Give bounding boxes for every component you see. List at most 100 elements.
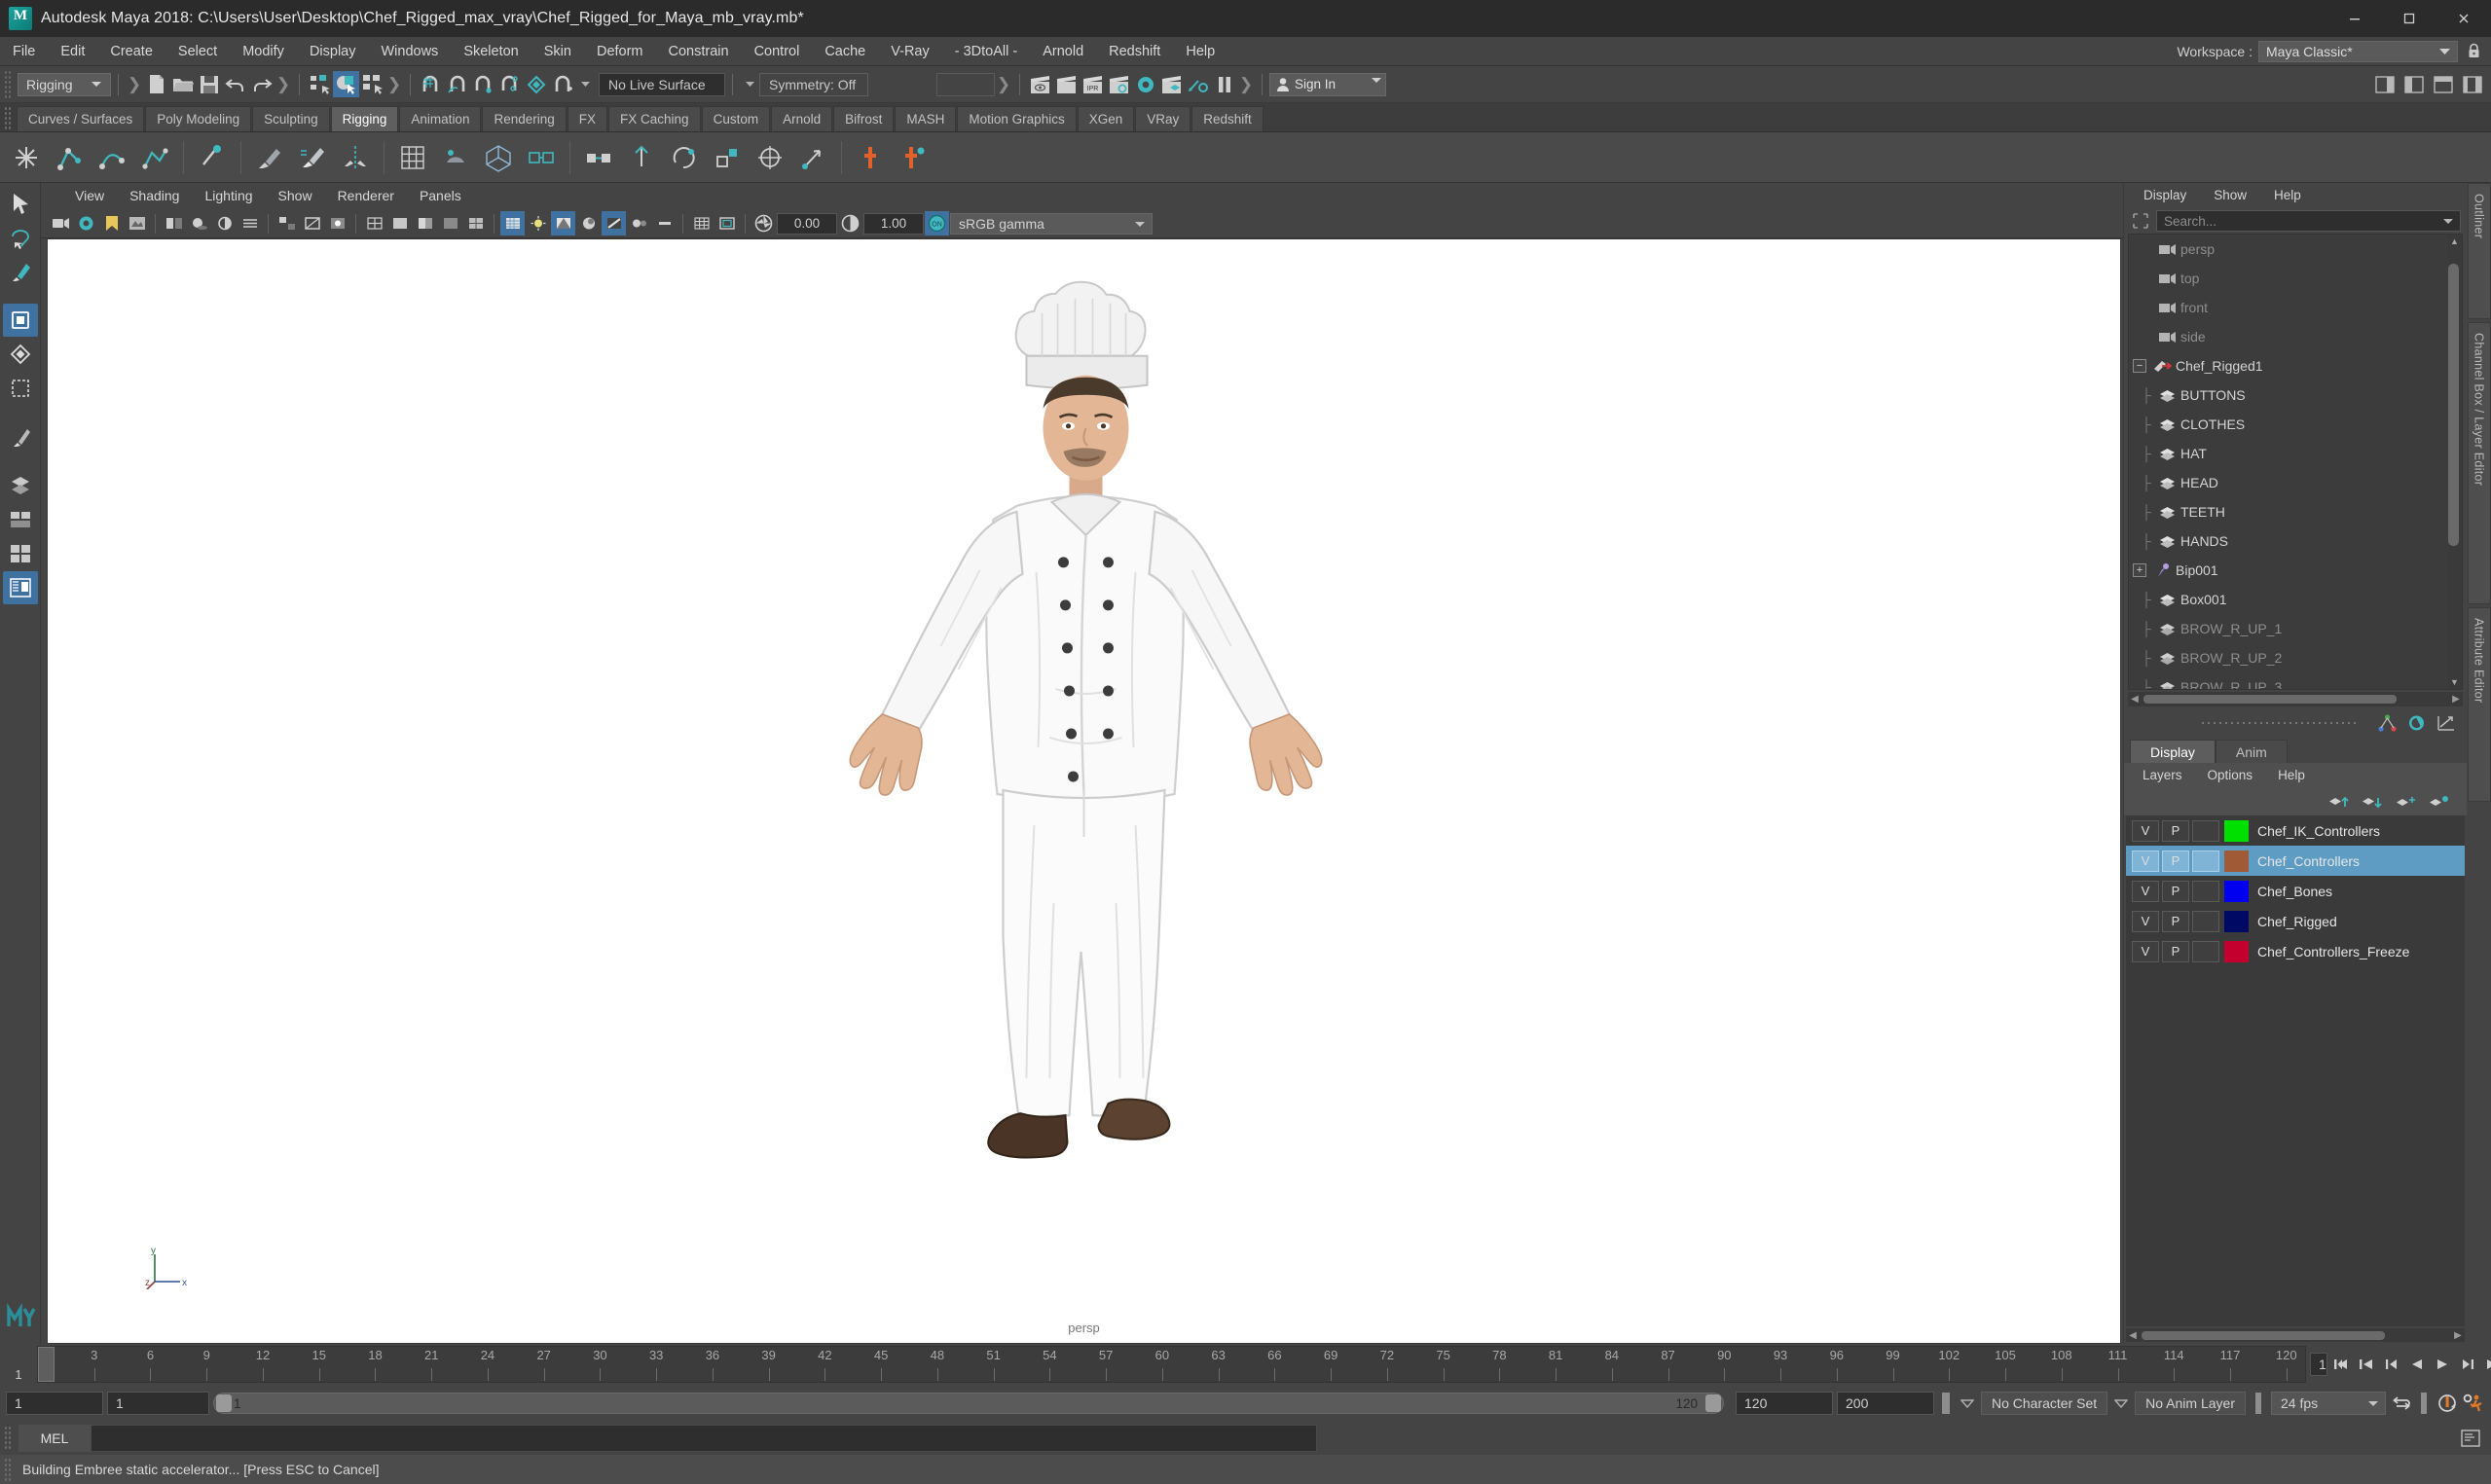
outliner-tree[interactable]: persp top front side − Chef_Rigged1 ├ BU… [2128, 234, 2463, 690]
wireframe-shading-icon[interactable] [362, 211, 386, 235]
outliner-item-brow-r-up-2[interactable]: ├ BROW_R_UP_2 [2129, 643, 2462, 672]
layer-menu-layers[interactable]: Layers [2130, 763, 2195, 788]
outliner-item-teeth[interactable]: ├ TEETH [2129, 497, 2462, 526]
menu-display[interactable]: Display [297, 37, 369, 66]
auto-keyframe-toggle-icon[interactable] [2436, 1392, 2458, 1415]
play-backwards-icon[interactable] [2406, 1353, 2429, 1376]
shelf-smooth-skin-icon[interactable] [292, 137, 333, 178]
layer-menu-help[interactable]: Help [2265, 763, 2318, 788]
last-tool-icon[interactable] [3, 420, 38, 453]
antialiasing-icon[interactable] [602, 211, 626, 235]
move-tool-icon[interactable] [2, 304, 38, 337]
layout-four-panes-icon[interactable] [3, 537, 38, 570]
menu-skin[interactable]: Skin [531, 37, 584, 66]
layer-name[interactable]: Chef_Controllers [2257, 853, 2360, 869]
step-back-frame-icon[interactable] [2381, 1353, 2403, 1376]
shelf-tab-redshift[interactable]: Redshift [1191, 106, 1264, 131]
viewport-menu-renderer[interactable]: Renderer [325, 183, 407, 209]
menu-deform[interactable]: Deform [584, 37, 656, 66]
workspace-dropdown[interactable]: Maya Classic* [2258, 40, 2458, 62]
layout-outliner-persp-icon[interactable] [2, 571, 38, 604]
toolbar-collapse-handle-3[interactable]: ❯ [387, 72, 401, 97]
layout-two-panes-icon[interactable] [3, 503, 38, 536]
viewport-menu-view[interactable]: View [62, 183, 117, 209]
layer-name[interactable]: Chef_Bones [2257, 884, 2332, 899]
layer-name[interactable]: Chef_IK_Controllers [2257, 823, 2380, 839]
screen-space-ao-icon[interactable] [576, 211, 601, 235]
image-plane-icon[interactable] [125, 211, 149, 235]
animation-start-field[interactable]: 1 [107, 1392, 209, 1415]
layer-playback-toggle[interactable]: P [2162, 940, 2189, 962]
dock-tab-attribute-editor[interactable]: Attribute Editor [2467, 607, 2491, 802]
shelf-quick-rig-icon[interactable] [850, 137, 891, 178]
color-space-dropdown[interactable]: sRGB gamma [950, 212, 1153, 235]
layer-row-chef-controllers-freeze[interactable]: V P Chef_Controllers_Freeze [2126, 936, 2465, 966]
shelf-parent-constraint-icon[interactable] [578, 137, 619, 178]
show-manipulators-icon[interactable] [2375, 712, 2399, 734]
sidebar-toggle-icon[interactable] [2459, 71, 2485, 97]
attribute-editor-toggle-icon[interactable] [2400, 71, 2427, 97]
shelf-mirror-skin-icon[interactable] [335, 137, 376, 178]
snap-grid-icon[interactable] [418, 71, 444, 97]
bookmark-icon[interactable] [99, 211, 124, 235]
layer-color-swatch[interactable] [2224, 880, 2249, 902]
time-slider-current-frame-cursor[interactable] [38, 1347, 55, 1382]
shelf-ik-spring-icon[interactable] [134, 137, 175, 178]
menu-constrain[interactable]: Constrain [656, 37, 742, 66]
wireframe-on-shaded-icon[interactable] [463, 211, 488, 235]
select-object-icon[interactable] [333, 71, 359, 97]
select-tool-icon[interactable] [3, 187, 38, 220]
menu-help[interactable]: Help [1173, 37, 1227, 66]
outliner-item-front[interactable]: front [2129, 293, 2462, 322]
script-language-button[interactable]: MEL [18, 1425, 91, 1452]
shelf-lattice-icon[interactable] [392, 137, 433, 178]
minimize-button[interactable] [2327, 0, 2382, 37]
layer-visibility-toggle[interactable]: V [2132, 819, 2159, 842]
render-settings-icon[interactable] [1106, 71, 1132, 97]
layer-visibility-toggle[interactable]: V [2132, 880, 2159, 902]
gamma-field[interactable]: 1.00 [863, 212, 924, 235]
exposure-icon[interactable] [751, 211, 776, 235]
shelf-blend-shape-icon[interactable] [521, 137, 562, 178]
symmetry-chevron-icon[interactable] [740, 74, 759, 95]
snap-options-chevron-icon[interactable] [575, 74, 595, 95]
flat-shade-icon[interactable] [438, 211, 462, 235]
shelf-orient-constraint-icon[interactable] [664, 137, 705, 178]
shelf-tab-mash[interactable]: MASH [895, 106, 957, 131]
outliner-item-hat[interactable]: ├ HAT [2129, 439, 2462, 468]
shelf-tab-animation[interactable]: Animation [399, 106, 482, 131]
layer-display-type-toggle[interactable] [2192, 819, 2219, 842]
step-forward-keyframe-icon[interactable] [2482, 1353, 2491, 1376]
menuset-dropdown[interactable]: Rigging [18, 72, 111, 96]
shelf-tab-sculpting[interactable]: Sculpting [252, 106, 330, 131]
shelf-aim-constraint-icon[interactable] [750, 137, 790, 178]
redo-render-icon[interactable] [1053, 71, 1080, 97]
toolbar-collapse-handle-2[interactable]: ❯ [276, 72, 290, 97]
time-slider-track[interactable]: 3 6 9 12 15 18 21 24 27 30 33 36 39 42 45 48 51 54 57 60 63 6… [37, 1346, 2306, 1383]
shelf-ik-handle-icon[interactable] [49, 137, 90, 178]
animation-preferences-button-icon[interactable] [2462, 1392, 2485, 1415]
scroll-down-arrow-icon[interactable]: ▼ [2448, 675, 2461, 689]
outliner-item-top[interactable]: top [2129, 264, 2462, 293]
layer-hscroll-thumb[interactable] [2142, 1330, 2385, 1340]
statusline-gripper[interactable] [4, 69, 13, 99]
script-editor-icon[interactable] [2458, 1426, 2483, 1451]
range-start-field[interactable]: 1 [6, 1392, 103, 1415]
range-slider-left-handle[interactable] [216, 1394, 232, 1412]
dock-tab-channel-box-layer-editor[interactable]: Channel Box / Layer Editor [2467, 322, 2491, 604]
display-layer-list[interactable]: V P Chef_IK_Controllers V P Chef_Control… [2126, 815, 2465, 1326]
color-management-toggle-icon[interactable]: ON [925, 211, 949, 235]
outliner-vertical-scrollbar[interactable]: ▲ ▼ [2448, 235, 2461, 689]
shelf-pole-vector-icon[interactable] [792, 137, 833, 178]
rotate-tool-icon[interactable] [3, 338, 38, 371]
layer-display-type-toggle[interactable] [2192, 910, 2219, 932]
maximize-button[interactable] [2382, 0, 2436, 37]
anim-layer-field[interactable]: No Anim Layer [2135, 1392, 2246, 1415]
layer-color-swatch[interactable] [2224, 819, 2249, 842]
layer-row-chef-ik-controllers[interactable]: V P Chef_IK_Controllers [2126, 815, 2465, 846]
live-surface-field[interactable]: No Live Surface [599, 72, 725, 96]
shelf-point-constraint-icon[interactable] [621, 137, 662, 178]
motion-blur-icon[interactable] [238, 211, 262, 235]
menu-edit[interactable]: Edit [48, 37, 97, 66]
shelf-tab-poly-modeling[interactable]: Poly Modeling [145, 106, 252, 131]
